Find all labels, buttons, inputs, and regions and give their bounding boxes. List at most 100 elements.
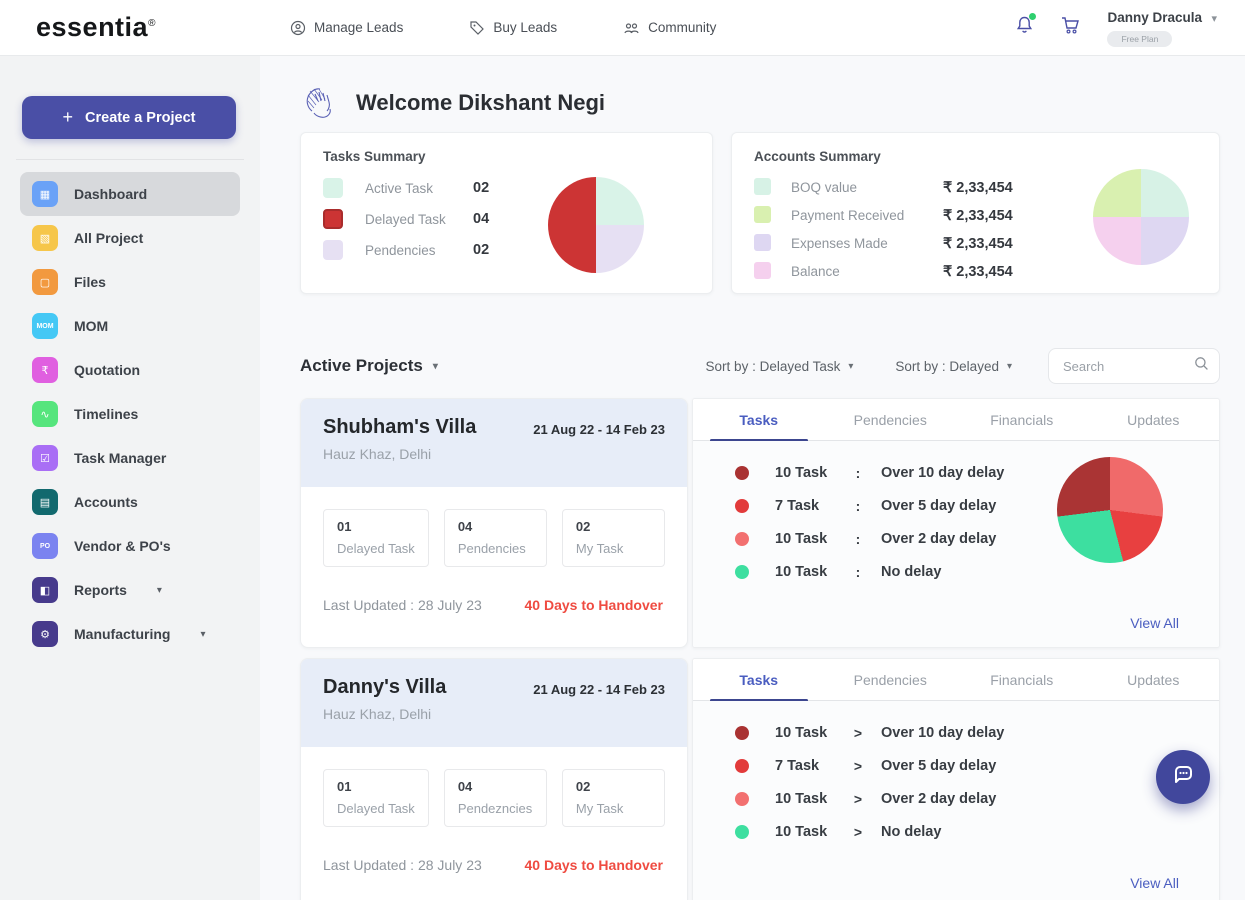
sort-by-delayed-task-dropdown[interactable]: Sort by : Delayed Task ▾ (706, 359, 854, 374)
sidebar-item-mom[interactable]: MOM MOM (20, 304, 240, 348)
top-navbar: essentia® Manage Leads Buy Leads Communi… (0, 0, 1245, 56)
chevron-down-icon: ▾ (200, 628, 206, 640)
projects-icon: ▧ (32, 225, 58, 251)
brand-logo: essentia® (36, 12, 156, 42)
notification-dot (1029, 13, 1037, 20)
accounts-summary-pie-chart (1093, 169, 1189, 265)
tab-financials[interactable]: Financials (956, 659, 1088, 700)
stat-pendencies: 04 Pendencies (443, 509, 547, 567)
active-projects-toolbar: Active Projects ▾ Sort by : Delayed Task… (300, 346, 1220, 386)
chevron-down-icon: ▾ (848, 360, 854, 372)
tab-pendencies[interactable]: Pendencies (825, 399, 957, 440)
sidebar-divider (16, 159, 244, 160)
notifications-bell-icon[interactable] (1015, 13, 1037, 40)
task-panel-tabs: Tasks Pendencies Financials Updates (693, 399, 1219, 441)
user-menu[interactable]: Danny Dracula ▾ Free Plan (1107, 9, 1217, 47)
tab-updates[interactable]: Updates (1088, 659, 1220, 700)
nav-item-buy-leads[interactable]: Buy Leads (469, 20, 557, 36)
stat-delayed-task: 01 Delayed Task (323, 509, 429, 567)
rupee-icon: ₹ (32, 357, 58, 383)
tab-tasks[interactable]: Tasks (693, 399, 825, 440)
tab-updates[interactable]: Updates (1088, 399, 1220, 440)
delay-dot (735, 792, 749, 806)
project-name: Shubham's Villa (323, 416, 477, 438)
sidebar-item-all-project[interactable]: ▧ All Project (20, 216, 240, 260)
page-title: Welcome Dikshant Negi (356, 90, 605, 115)
search-input[interactable] (1063, 358, 1194, 374)
active-projects-heading[interactable]: Active Projects ▾ (300, 356, 438, 376)
chevron-down-icon: ▾ (156, 584, 162, 596)
leads-icon (290, 20, 306, 36)
tasks-summary-pie-chart (548, 177, 644, 273)
chevron-down-icon: ▾ (432, 360, 438, 372)
sidebar-item-reports[interactable]: ◧ Reports ▾ (20, 568, 240, 612)
task-delay-row: 10 Task > Over 10 day delay (735, 725, 1189, 741)
stat-delayed-task: 01 Delayed Task (323, 769, 429, 827)
manufacturing-icon: ⚙ (32, 621, 58, 647)
sidebar-item-manufacturing[interactable]: ⚙ Manufacturing ▾ (20, 612, 240, 656)
handover-countdown: 40 Days to Handover (524, 857, 664, 873)
last-updated-text: Last Updated : 28 July 23 (323, 597, 482, 613)
delay-dot (735, 825, 749, 839)
sidebar-item-task-manager[interactable]: ☑ Task Manager (20, 436, 240, 480)
stat-my-task: 02 My Task (561, 509, 665, 567)
user-name: Danny Dracula (1107, 9, 1203, 25)
last-updated-text: Last Updated : 28 July 23 (323, 857, 482, 873)
project-row-dannys-villa: Danny's Villa 21 Aug 22 - 14 Feb 23 Hauz… (300, 658, 1220, 900)
expenses-swatch (754, 234, 771, 251)
sidebar-item-files[interactable]: ▢ Files (20, 260, 240, 304)
legend-item: Balance ₹ 2,33,454 (754, 262, 1197, 281)
project-dates: 21 Aug 22 - 14 Feb 23 (533, 422, 665, 437)
project-task-panel: Tasks Pendencies Financials Updates 10 T… (692, 398, 1220, 648)
boq-swatch (754, 178, 771, 195)
task-check-icon: ☑ (32, 445, 58, 471)
nav-item-manage-leads[interactable]: Manage Leads (290, 20, 403, 36)
sidebar-item-dashboard[interactable]: ▦ Dashboard (20, 172, 240, 216)
sort-by-delayed-dropdown[interactable]: Sort by : Delayed ▾ (895, 359, 1012, 374)
delay-dot (735, 565, 749, 579)
stat-my-task: 02 My Task (561, 769, 665, 827)
tab-pendencies[interactable]: Pendencies (825, 659, 957, 700)
reports-icon: ◧ (32, 577, 58, 603)
sidebar-item-quotation[interactable]: ₹ Quotation (20, 348, 240, 392)
project-card: Shubham's Villa 21 Aug 22 - 14 Feb 23 Ha… (300, 398, 688, 648)
sidebar-item-timelines[interactable]: ∿ Timelines (20, 392, 240, 436)
delay-dot (735, 726, 749, 740)
sidebar-item-vendor-pos[interactable]: PO Vendor & PO's (20, 524, 240, 568)
search-box (1048, 348, 1220, 384)
accounts-summary-title: Accounts Summary (754, 149, 881, 164)
delay-dot (735, 532, 749, 546)
sidebar: + Create a Project ▦ Dashboard ▧ All Pro… (0, 56, 260, 900)
project-location: Hauz Khaz, Delhi (323, 706, 432, 722)
project-card-header: Shubham's Villa 21 Aug 22 - 14 Feb 23 Ha… (301, 399, 687, 487)
chevron-down-icon: ▾ (1006, 360, 1012, 372)
nav-item-community[interactable]: Community (623, 20, 716, 36)
community-icon (623, 20, 640, 36)
chat-fab-button[interactable] (1156, 750, 1210, 804)
cart-icon[interactable] (1060, 15, 1081, 40)
dashboard-icon: ▦ (32, 181, 58, 207)
files-icon: ▢ (32, 269, 58, 295)
search-icon[interactable] (1194, 356, 1209, 376)
tasks-summary-title: Tasks Summary (323, 149, 426, 164)
tab-tasks[interactable]: Tasks (693, 659, 825, 700)
project-card-header: Danny's Villa 21 Aug 22 - 14 Feb 23 Hauz… (301, 659, 687, 747)
tab-financials[interactable]: Financials (956, 399, 1088, 440)
pendencies-swatch (323, 240, 343, 260)
task-delay-row: 10 Task : No delay (735, 564, 1189, 580)
payment-received-swatch (754, 206, 771, 223)
project-location: Hauz Khaz, Delhi (323, 446, 432, 462)
sidebar-item-accounts[interactable]: ▤ Accounts (20, 480, 240, 524)
project-dates: 21 Aug 22 - 14 Feb 23 (533, 682, 665, 697)
top-nav-menu: Manage Leads Buy Leads Community (290, 20, 716, 36)
create-project-button[interactable]: + Create a Project (22, 96, 236, 139)
timeline-chart-icon: ∿ (32, 401, 58, 427)
waving-hand-icon (300, 81, 340, 126)
sidebar-menu: ▦ Dashboard ▧ All Project ▢ Files MOM MO… (0, 172, 260, 656)
chat-bubble-icon (1170, 762, 1196, 793)
delayed-task-swatch (323, 209, 343, 229)
accounts-summary-card: Accounts Summary BOQ value ₹ 2,33,454 Pa… (731, 132, 1220, 294)
legend-item: Active Task 02 (323, 178, 690, 198)
view-all-link[interactable]: View All (1130, 615, 1179, 631)
view-all-link[interactable]: View All (1130, 875, 1179, 891)
